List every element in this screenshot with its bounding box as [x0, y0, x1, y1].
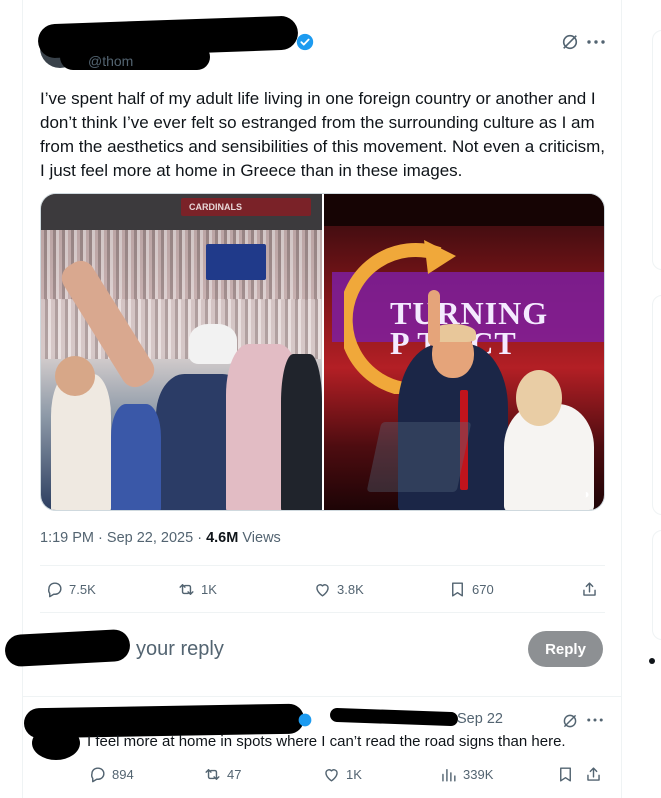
verified-badge-icon	[296, 33, 314, 51]
redacted-reply-avatar	[4, 628, 131, 668]
reply-icon	[91, 767, 105, 783]
right-rail-card	[652, 295, 661, 515]
more-icon[interactable]	[587, 717, 603, 723]
share-icon	[583, 582, 596, 596]
like-icon	[325, 769, 338, 782]
reply-text: I feel more at home in spots where I can…	[87, 733, 566, 750]
bookmark-count: 670	[472, 582, 494, 597]
reply-views-action[interactable]: 339K	[439, 765, 493, 784]
views-icon	[442, 769, 456, 782]
media-photo-stage[interactable]: TURNING P T ACT ◑	[324, 194, 604, 510]
media-alt-icon[interactable]: ◑	[576, 484, 596, 504]
repost-action[interactable]: 1K	[177, 580, 217, 599]
reply-bookmark-action[interactable]	[556, 765, 575, 784]
repost-count: 47	[227, 767, 242, 782]
views-count: 339K	[463, 767, 494, 782]
reply-like-action[interactable]: 1K	[322, 765, 362, 784]
repost-icon	[179, 584, 194, 595]
reply-reply-action[interactable]: 894	[88, 765, 134, 784]
more-icon[interactable]	[587, 38, 605, 46]
author-handle[interactable]: @thom	[88, 53, 133, 69]
verified-badge-icon	[298, 713, 312, 727]
bookmark-icon	[452, 582, 463, 597]
divider	[40, 565, 605, 566]
grok-icon[interactable]	[561, 33, 579, 51]
scroll-indicator	[649, 658, 655, 664]
divider	[22, 696, 622, 697]
reply-count: 7.5K	[69, 582, 96, 597]
tweet-date[interactable]: Sep 22, 2025	[107, 530, 193, 546]
views-label: Views	[242, 530, 281, 546]
media-photo-stadium[interactable]: CARDINALS	[41, 194, 322, 510]
share-action[interactable]	[580, 580, 599, 599]
tweet-time[interactable]: 1:19 PM	[40, 530, 94, 546]
grok-icon[interactable]	[562, 713, 578, 729]
reply-date[interactable]: Sep 22	[457, 711, 503, 727]
bookmark-icon	[560, 767, 571, 782]
views-count: 4.6M	[206, 530, 239, 546]
divider	[40, 612, 605, 613]
stadium-sign: CARDINALS	[189, 202, 242, 212]
reply-button[interactable]: Reply	[528, 631, 603, 667]
reply-count: 894	[112, 767, 134, 782]
right-rail-card	[652, 530, 661, 640]
reply-input[interactable]: your reply	[136, 638, 224, 661]
redacted-reply-avatar	[32, 726, 80, 760]
tweet-media[interactable]: CARDINALS TURNING P T ACT ◑	[40, 193, 605, 511]
reply-action[interactable]: 7.5K	[45, 580, 96, 599]
bookmark-action[interactable]: 670	[448, 580, 494, 599]
tweet-text: I’ve spent half of my adult life living …	[40, 89, 606, 180]
repost-icon	[205, 769, 220, 780]
repost-count: 1K	[201, 582, 217, 597]
like-icon	[316, 584, 329, 597]
like-count: 1K	[346, 767, 362, 782]
share-icon	[587, 767, 600, 781]
redacted-author-name	[60, 44, 210, 70]
right-rail-card	[652, 30, 661, 270]
tweet-meta: 1:19 PM · Sep 22, 2025 · 4.6M Views	[40, 530, 281, 546]
like-action[interactable]: 3.8K	[313, 580, 364, 599]
reply-icon	[48, 582, 62, 598]
reply-repost-action[interactable]: 47	[203, 765, 241, 784]
like-count: 3.8K	[337, 582, 364, 597]
reply-share-action[interactable]	[584, 765, 603, 784]
